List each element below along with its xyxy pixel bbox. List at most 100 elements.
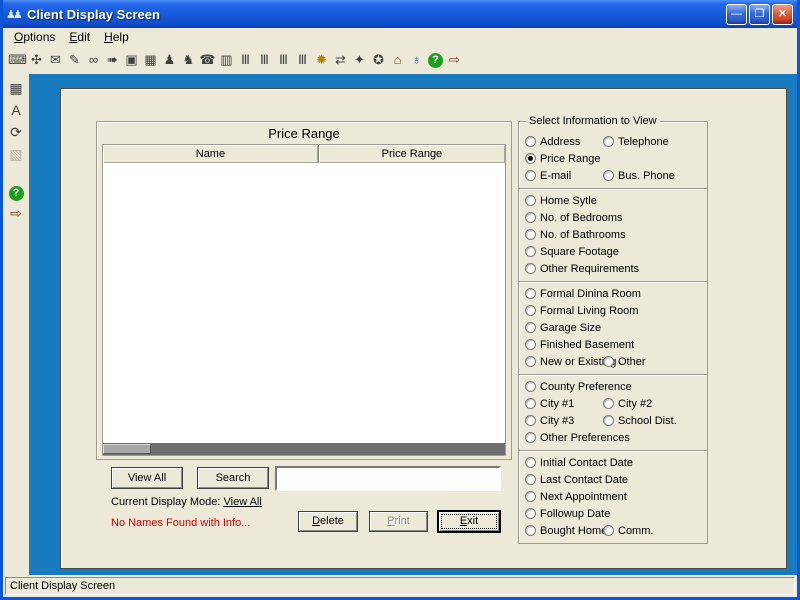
main-panel: Price Range Name Price Range View All Se…: [60, 88, 787, 569]
bank-icon-1[interactable]: Ⅲ: [236, 50, 255, 70]
menu-edit[interactable]: Edit: [62, 29, 97, 45]
radio-telephone[interactable]: Telephone: [603, 136, 669, 148]
radio-square-footage[interactable]: Square Footage: [525, 246, 619, 258]
search-input[interactable]: [275, 466, 501, 491]
calendar-icon[interactable]: ▦: [141, 50, 160, 70]
radio-other[interactable]: Other: [603, 356, 646, 368]
radio-label: Bought Home: [540, 525, 607, 537]
menu-bar: Options Edit Help: [3, 28, 797, 46]
people-icon[interactable]: ♞: [179, 50, 198, 70]
radio-new-or-existing[interactable]: New or Existing: [525, 356, 603, 368]
bank-icon-4[interactable]: Ⅲ: [293, 50, 312, 70]
help-icon[interactable]: ?: [9, 186, 24, 201]
radio-formal-dinina-room[interactable]: Formal Dinina Room: [525, 288, 641, 300]
radio-circle: [525, 508, 536, 519]
radio-city-3[interactable]: City #3: [525, 415, 603, 427]
menu-help[interactable]: Help: [97, 29, 136, 45]
radio-no-of-bathrooms[interactable]: No. of Bathrooms: [525, 229, 626, 241]
radio-address[interactable]: Address: [525, 136, 603, 148]
radio-e-mail[interactable]: E-mail: [525, 170, 603, 182]
radio-followup-date[interactable]: Followup Date: [525, 508, 610, 520]
radio-row: Last Contact Date: [525, 471, 707, 488]
exit-icon[interactable]: ⇨: [6, 203, 26, 223]
minimize-button[interactable]: —: [726, 4, 747, 25]
print-button[interactable]: Print: [369, 511, 428, 532]
radio-label: Formal Living Room: [540, 305, 638, 317]
radio-garage-size[interactable]: Garage Size: [525, 322, 601, 334]
globe-icon[interactable]: ♁: [407, 50, 426, 70]
radio-initial-contact-date[interactable]: Initial Contact Date: [525, 457, 633, 469]
radio-comm[interactable]: Comm.: [603, 525, 653, 537]
radio-school-dist[interactable]: School Dist.: [603, 415, 677, 427]
radio-price-range[interactable]: Price Range: [525, 153, 601, 165]
radio-row: E-mailBus. Phone: [525, 167, 707, 184]
search-button[interactable]: Search: [197, 467, 269, 489]
delete-button[interactable]: Delete: [298, 511, 358, 532]
paw-icon[interactable]: ✣: [27, 50, 46, 70]
radio-circle: [525, 474, 536, 485]
view-all-button[interactable]: View All: [111, 467, 183, 489]
mail-icon[interactable]: ✉: [46, 50, 65, 70]
close-button[interactable]: ✕: [772, 4, 793, 25]
radio-label: City #3: [540, 415, 574, 427]
radio-finished-basement[interactable]: Finished Basement: [525, 339, 634, 351]
radio-home-sytle[interactable]: Home Sytle: [525, 195, 597, 207]
help-icon[interactable]: ?: [428, 53, 443, 68]
radio-label: Initial Contact Date: [540, 457, 633, 469]
radio-circle: [603, 415, 614, 426]
bank-icon-3[interactable]: Ⅲ: [274, 50, 293, 70]
grid-icon[interactable]: ▦: [6, 78, 26, 98]
status-bar: Client Display Screen: [3, 575, 797, 597]
radio-label: School Dist.: [618, 415, 677, 427]
info-section-5: Initial Contact Date Last Contact Date Nex…: [519, 451, 707, 543]
image-icon[interactable]: ▧: [6, 144, 26, 164]
scrollbar-thumb[interactable]: [103, 444, 151, 454]
radio-last-contact-date[interactable]: Last Contact Date: [525, 474, 628, 486]
save-icon[interactable]: ▣: [122, 50, 141, 70]
radio-no-of-bedrooms[interactable]: No. of Bedrooms: [525, 212, 623, 224]
app-icon: ♟♟: [6, 8, 24, 21]
car-icon[interactable]: ➠: [103, 50, 122, 70]
radio-bus-phone[interactable]: Bus. Phone: [603, 170, 675, 182]
list-group-title: Price Range: [97, 122, 511, 144]
radio-next-appointment[interactable]: Next Appointment: [525, 491, 627, 503]
glasses-icon[interactable]: ∞: [84, 50, 103, 70]
menu-options[interactable]: Options: [7, 29, 62, 45]
radio-formal-living-room[interactable]: Formal Living Room: [525, 305, 638, 317]
printer-icon[interactable]: ▥: [217, 50, 236, 70]
radio-other-preferences[interactable]: Other Preferences: [525, 432, 630, 444]
column-header-price-range[interactable]: Price Range: [319, 145, 505, 163]
info-panel-title: Select Information to View: [526, 115, 660, 127]
radio-other-requirements[interactable]: Other Requirements: [525, 263, 639, 275]
exit-icon[interactable]: ⇨: [445, 50, 464, 70]
radio-bought-home[interactable]: Bought Home: [525, 525, 603, 537]
maximize-button[interactable]: ❐: [749, 4, 770, 25]
computer-icon[interactable]: ⌨: [8, 50, 27, 70]
bank-icon-2[interactable]: Ⅲ: [255, 50, 274, 70]
key-icon[interactable]: ✦: [350, 50, 369, 70]
column-header-name[interactable]: Name: [103, 145, 319, 163]
radio-label: Other Requirements: [540, 263, 639, 275]
app-window: ♟♟ Client Display Screen — ❐ ✕ Options E…: [0, 0, 800, 600]
radio-city-1[interactable]: City #1: [525, 398, 603, 410]
radio-label: Next Appointment: [540, 491, 627, 503]
list-body[interactable]: [103, 163, 505, 443]
lock-icon[interactable]: ✪: [369, 50, 388, 70]
exit-button[interactable]: Exit: [437, 510, 501, 533]
radio-county-preference[interactable]: County Preference: [525, 381, 632, 393]
notes-icon[interactable]: ✎: [65, 50, 84, 70]
refresh-icon[interactable]: ⟳: [6, 122, 26, 142]
star-icon[interactable]: ✹: [312, 50, 331, 70]
radio-circle: [525, 339, 536, 350]
font-icon[interactable]: A: [6, 100, 26, 120]
transfer-icon[interactable]: ⇄: [331, 50, 350, 70]
phone-icon[interactable]: ☎: [198, 50, 217, 70]
info-section-3: Formal Dinina Room Formal Living Room Gara…: [519, 282, 707, 375]
person-icon[interactable]: ♟: [160, 50, 179, 70]
horizontal-scrollbar[interactable]: [103, 443, 505, 455]
radio-city-2[interactable]: City #2: [603, 398, 652, 410]
radio-row: New or ExistingOther: [525, 353, 707, 370]
radio-row: AddressTelephone: [525, 133, 707, 150]
briefcase-icon[interactable]: ⌂: [388, 50, 407, 70]
info-section-1: AddressTelephonePrice RangeE-mailBus. Ph…: [519, 130, 707, 189]
